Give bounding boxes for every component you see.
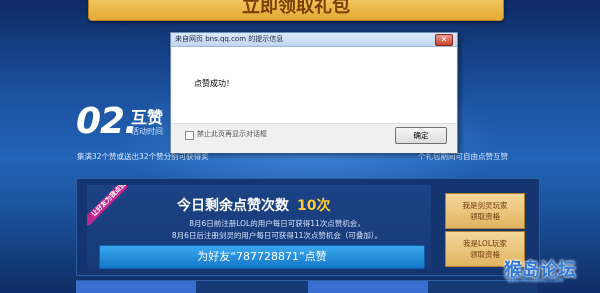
suppress-dialogs-checkbox[interactable] [185, 131, 194, 140]
dialog-message: 点赞成功！ [194, 79, 234, 88]
ok-button[interactable]: 确定 [395, 127, 447, 144]
bottom-tab-1[interactable] [76, 281, 196, 293]
rule-text-1: 8月6日前注册LOL的用户每日可获得11次点赞机会， [189, 219, 365, 228]
bottom-tab-2[interactable] [308, 281, 428, 293]
section-subtitle: 活动时间 [131, 127, 163, 136]
dialog-body: 点赞成功！ [172, 47, 456, 123]
ribbon-label: 让好友为我点赞 [87, 185, 127, 225]
like-friend-button[interactable]: 为好友“787728871”点赞 [99, 245, 425, 269]
remaining-likes-label: 今日剩余点赞次数 [177, 198, 289, 214]
remaining-likes-value: 10次 [297, 198, 331, 214]
dialog-title: 来自网页 bns.qq.com 的提示信息 [175, 35, 284, 43]
like-panel: 让好友为我点赞 今日剩余点赞次数 10次 8月6日前注册LOL的用户每日可获得11… [76, 178, 540, 276]
close-icon[interactable]: ✕ [435, 34, 453, 46]
rule-text-2: 8月6日后注册剑灵的用户每日可获得11次点赞机会（可叠加）。 [171, 231, 383, 240]
claim-gift-button[interactable]: 立即领取礼包 [88, 0, 504, 21]
suppress-dialogs-label: 禁止此页再显示对话框 [197, 130, 267, 138]
section-title: 互赞 [131, 108, 164, 127]
alert-dialog: 来自网页 bns.qq.com 的提示信息 ✕ 点赞成功！ 禁止此页再显示对话框… [170, 32, 458, 153]
like-panel-inner: 让好友为我点赞 今日剩余点赞次数 10次 8月6日前注册LOL的用户每日可获得11… [87, 185, 431, 269]
bottom-panel-strip [76, 280, 538, 293]
forum-watermark-url: BBS.HOUDAO.COM [507, 277, 564, 284]
bns-player-claim-button[interactable]: 我是剑灵玩家 领取资格 [445, 193, 525, 229]
dialog-titlebar[interactable]: 来自网页 bns.qq.com 的提示信息 ✕ [171, 33, 457, 47]
section-number: 02. [76, 101, 138, 142]
corner-ribbon: 让好友为我点赞 [87, 185, 127, 225]
remaining-likes-title: 今日剩余点赞次数 10次 [177, 195, 330, 215]
